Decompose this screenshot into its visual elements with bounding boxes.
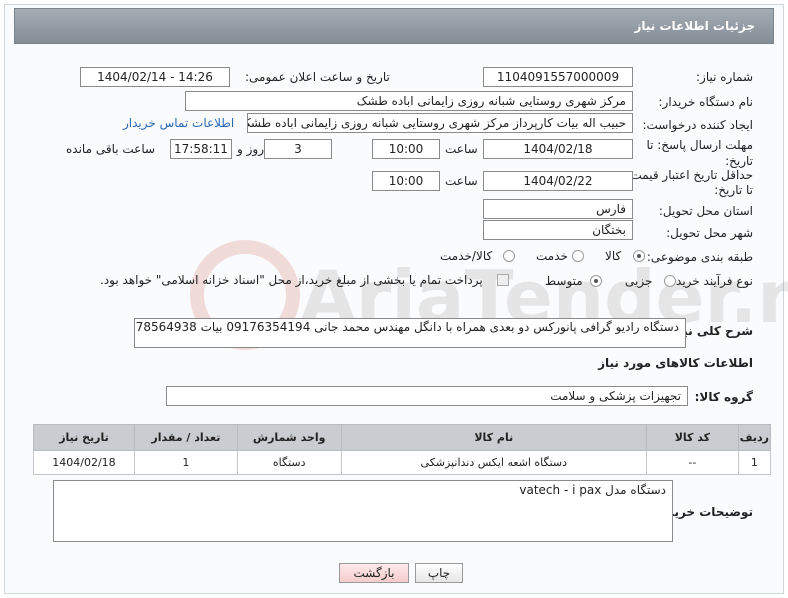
province-label: استان محل تحویل: <box>658 204 753 218</box>
announce-field: 1404/02/14 - 14:26 <box>80 67 230 87</box>
city-field: بختگان <box>483 220 633 240</box>
back-button[interactable]: بازگشت <box>339 563 409 583</box>
deadline-date-field: 1404/02/18 <box>483 139 633 159</box>
col-code: کد کالا <box>645 424 739 451</box>
process-minor-label: جزیی <box>625 274 653 288</box>
cell-unit: دستگاه <box>236 450 342 475</box>
category-both-radio[interactable] <box>503 250 515 262</box>
days-label: روز و <box>237 142 264 156</box>
category-both-label: کالا/خدمت <box>440 249 493 263</box>
buyer-label: نام دستگاه خریدار: <box>658 95 754 109</box>
announce-label: تاریخ و ساعت اعلان عمومی: <box>245 70 390 84</box>
province-field: فارس <box>483 199 633 219</box>
cell-row: 1 <box>737 450 772 475</box>
col-row: ردیف <box>737 424 772 451</box>
goods-group-label: گروه کالا: <box>694 390 753 404</box>
remaining-time-field: 17:58:11 <box>170 139 232 159</box>
cell-name: دستگاه اشعه ایکس دندانپزشکی <box>340 450 647 475</box>
buyer-notes-field: دستگاه مدل vatech - i pax <box>53 480 673 542</box>
buyer-field: مرکز شهری روستایی شبانه روزی زایمانی ابا… <box>185 91 633 111</box>
category-goods-radio[interactable] <box>633 250 645 262</box>
validity-date-field: 1404/02/22 <box>483 171 633 191</box>
requester-label: ایجاد کننده درخواست: <box>642 118 753 132</box>
category-service-label: خدمت <box>536 249 568 263</box>
deadline-time-label: ساعت <box>445 142 478 156</box>
validity-label-2: تا تاریخ: <box>714 183 753 197</box>
goods-section-title: اطلاعات کالاهای مورد نیاز <box>598 356 753 370</box>
process-medium-label: متوسط <box>545 274 583 288</box>
page-title: جزئیات اطلاعات نیاز <box>14 8 774 44</box>
process-minor-radio[interactable] <box>664 275 676 287</box>
cell-date: 1404/02/18 <box>33 450 135 475</box>
treasury-payment-checkbox[interactable] <box>497 274 509 286</box>
col-unit: واحد شمارش <box>236 424 342 451</box>
contact-buyer-link[interactable]: اطلاعات تماس خریدار <box>123 116 234 130</box>
validity-time-field: 10:00 <box>372 171 440 191</box>
validity-time-label: ساعت <box>445 174 478 188</box>
deadline-label: مهلت ارسال پاسخ: تا <box>646 138 753 152</box>
col-qty: تعداد / مقدار <box>133 424 238 451</box>
city-label: شهر محل تحویل: <box>666 226 753 240</box>
table-header-row: ردیف کد کالا نام کالا واحد شمارش تعداد /… <box>33 424 772 451</box>
remaining-label: ساعت باقی مانده <box>66 142 156 156</box>
process-label: نوع فرآیند خرید : <box>668 274 753 288</box>
deadline-time-field: 10:00 <box>372 139 440 159</box>
category-goods-label: کالا <box>605 249 622 263</box>
description-field: دستگاه رادیو گرافی پانورکس دو بعدی همراه… <box>134 318 686 348</box>
col-date: تاریخ نیاز <box>33 424 135 451</box>
need-number-label: شماره نیاز: <box>696 70 753 84</box>
validity-label: حداقل تاریخ اعتبار قیمت: <box>626 168 753 182</box>
deadline-label-2: تاریخ: <box>725 154 753 168</box>
treasury-payment-note: پرداخت تمام یا بخشی از مبلغ خرید،از محل … <box>100 273 483 287</box>
col-name: نام کالا <box>340 424 647 451</box>
requester-field: حبیب اله بیات کارپرداز مرکز شهری روستایی… <box>247 113 633 133</box>
process-medium-radio[interactable] <box>590 275 602 287</box>
category-service-radio[interactable] <box>572 250 584 262</box>
goods-group-field: تجهیزات پزشکی و سلامت <box>166 386 688 406</box>
goods-table: ردیف کد کالا نام کالا واحد شمارش تعداد /… <box>33 424 772 475</box>
need-number-field: 1104091557000009 <box>483 67 633 87</box>
days-field: 3 <box>264 139 332 159</box>
print-button[interactable]: چاپ <box>415 563 463 583</box>
cell-qty: 1 <box>133 450 238 475</box>
table-row: 1 -- دستگاه اشعه ایکس دندانپزشکی دستگاه … <box>33 450 772 475</box>
category-label: طبقه بندی موضوعی: <box>646 250 753 264</box>
cell-code: -- <box>645 450 739 475</box>
